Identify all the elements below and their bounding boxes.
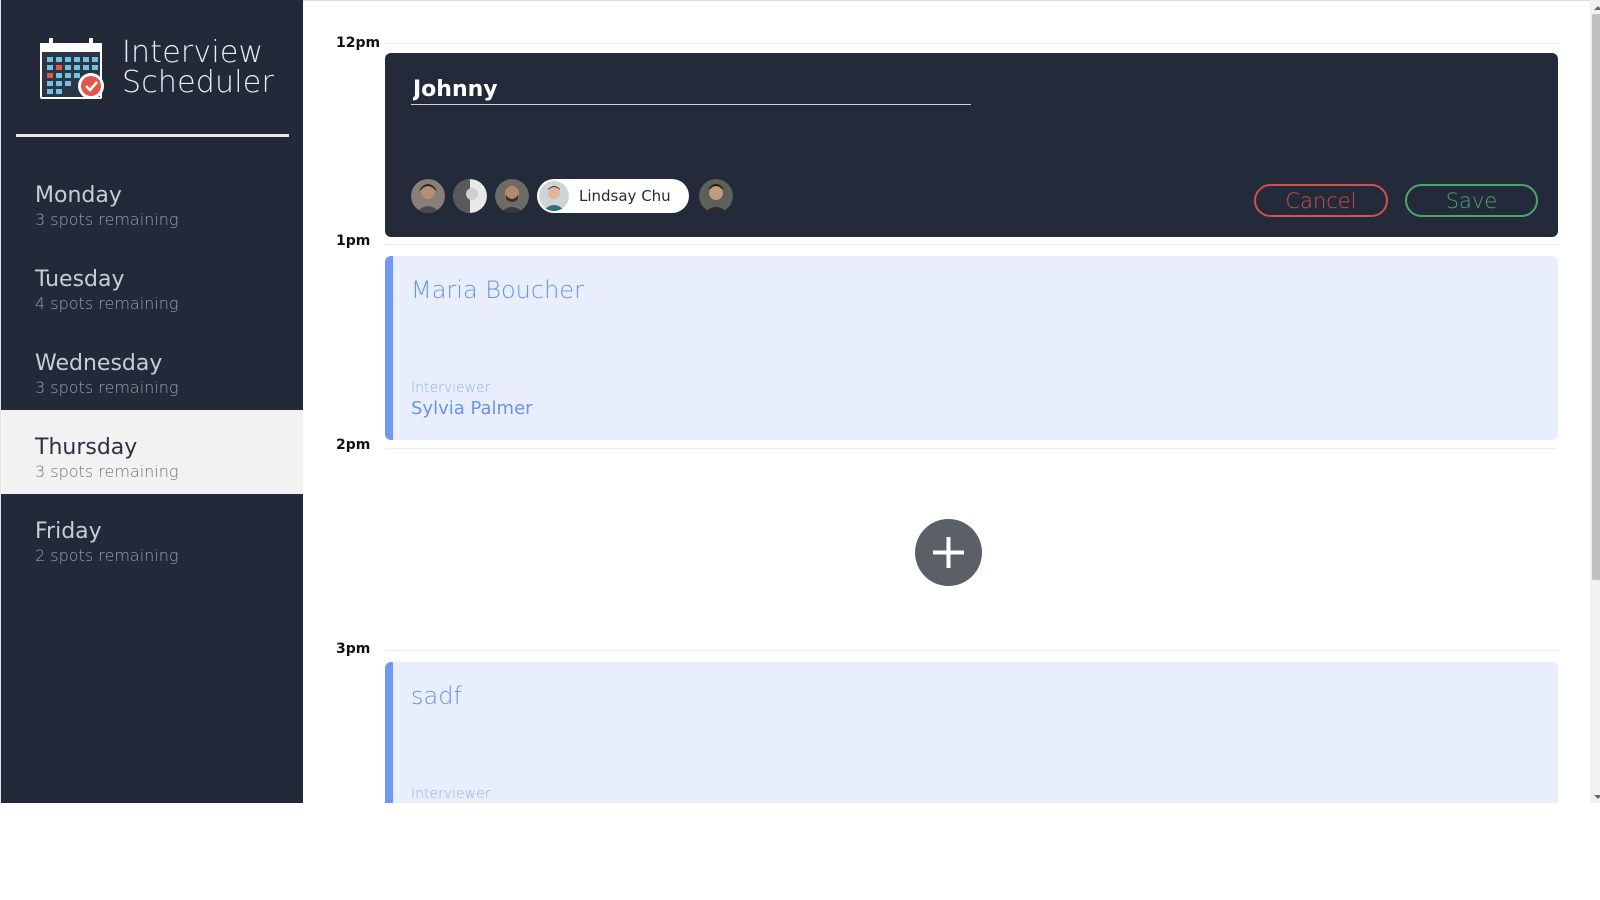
schedule: 12pm Lindsay Chu: [303, 0, 1590, 803]
appointment-interviewer-label: Interviewer: [411, 786, 491, 802]
calendar-check-icon: [37, 36, 107, 102]
cancel-button[interactable]: Cancel: [1254, 184, 1388, 217]
day-spots: 3 spots remaining: [35, 378, 179, 397]
selected-interviewer-name: Lindsay Chu: [579, 187, 671, 205]
app-title: Interview Scheduler: [122, 38, 274, 98]
appointment-interviewer-label: Interviewer: [411, 380, 491, 396]
appointment-form: Lindsay Chu Cancel Save: [385, 53, 1558, 237]
app-title-line1: Interview: [122, 35, 264, 70]
sidebar-divider: [16, 134, 289, 137]
scroll-up-arrow-icon[interactable]: [1590, 0, 1600, 14]
hour-divider: [385, 448, 1558, 449]
day-name: Friday: [35, 519, 102, 544]
add-appointment-button[interactable]: [915, 519, 982, 586]
day-name: Tuesday: [35, 267, 125, 292]
interviewer-avatar-3[interactable]: [495, 179, 529, 213]
time-label-2pm: 2pm: [336, 437, 371, 453]
scroll-down-arrow-icon[interactable]: [1590, 789, 1600, 803]
scrollbar[interactable]: [1590, 0, 1600, 803]
day-spots: 2 spots remaining: [35, 546, 179, 565]
time-label-12pm: 12pm: [336, 35, 381, 51]
appointment-student: Maria Boucher: [411, 276, 584, 304]
day-item-monday[interactable]: Monday 3 spots remaining: [1, 158, 303, 242]
day-name: Wednesday: [35, 351, 163, 376]
day-name: Monday: [35, 183, 122, 208]
day-item-friday[interactable]: Friday 2 spots remaining: [1, 494, 303, 578]
day-name: Thursday: [35, 435, 138, 460]
sidebar: Interview Scheduler Monday 3 spots remai…: [0, 0, 303, 803]
appointment-card[interactable]: sadf Interviewer: [385, 662, 1558, 803]
day-item-wednesday[interactable]: Wednesday 3 spots remaining: [1, 326, 303, 410]
student-name-input[interactable]: [411, 75, 971, 105]
scrollbar-thumb[interactable]: [1592, 14, 1600, 580]
interviewer-selected[interactable]: Lindsay Chu: [537, 179, 689, 213]
day-spots: 4 spots remaining: [35, 294, 179, 313]
appointment-student: sadf: [411, 682, 462, 710]
plus-icon: [933, 537, 964, 568]
day-list: Monday 3 spots remaining Tuesday 4 spots…: [1, 158, 303, 578]
time-label-1pm: 1pm: [336, 233, 371, 249]
hour-divider: [385, 650, 1558, 651]
appointment-card[interactable]: Maria Boucher Interviewer Sylvia Palmer: [385, 256, 1558, 440]
interviewer-avatar-5[interactable]: [698, 179, 733, 213]
app-viewport: Interview Scheduler Monday 3 spots remai…: [0, 0, 1600, 803]
interviewer-avatar-selected: [539, 181, 569, 211]
time-label-3pm: 3pm: [336, 641, 371, 657]
save-button[interactable]: Save: [1405, 184, 1538, 217]
day-item-thursday[interactable]: Thursday 3 spots remaining: [1, 410, 303, 494]
hour-divider: [385, 244, 1558, 245]
interviewer-avatar-1[interactable]: [411, 179, 445, 213]
interviewer-avatar-2[interactable]: [453, 179, 487, 213]
app-title-line2: Scheduler: [122, 65, 274, 100]
hour-divider: [385, 43, 1558, 44]
day-spots: 3 spots remaining: [35, 210, 179, 229]
day-item-tuesday[interactable]: Tuesday 4 spots remaining: [1, 242, 303, 326]
day-spots: 3 spots remaining: [35, 462, 179, 481]
appointment-interviewer: Sylvia Palmer: [411, 398, 533, 419]
interviewer-list: Lindsay Chu: [411, 179, 741, 213]
